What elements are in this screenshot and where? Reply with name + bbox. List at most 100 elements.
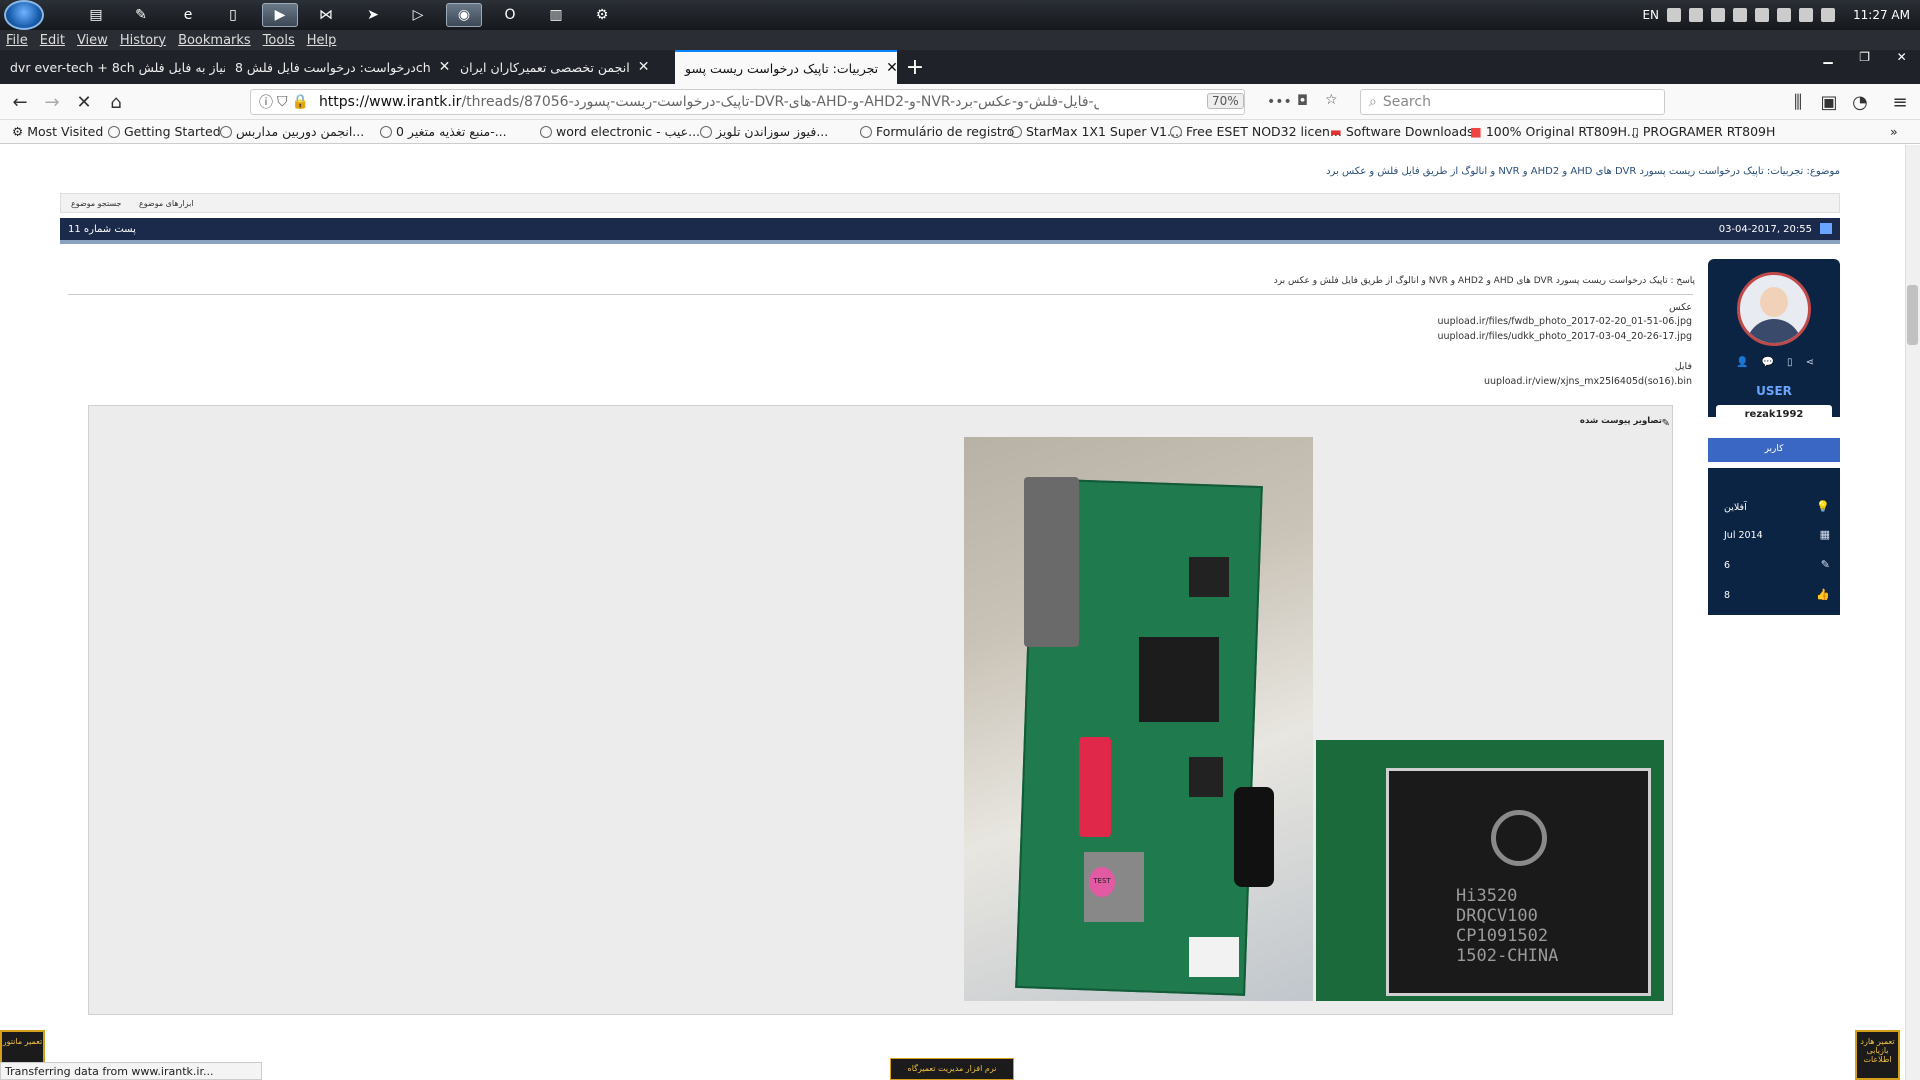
settings-icon[interactable] bbox=[1755, 8, 1770, 22]
bookmark-starmax[interactable]: StarMax 1X1 Super V1.... bbox=[1010, 124, 1183, 139]
stop-icon[interactable]: ✕ bbox=[72, 90, 96, 114]
shield-icon[interactable]: ⛉ bbox=[277, 94, 288, 110]
search-thread-button[interactable]: جستجو موضوع bbox=[71, 199, 121, 208]
refresh-icon[interactable] bbox=[1821, 8, 1836, 22]
battery-icon[interactable] bbox=[1777, 8, 1792, 22]
minimize-icon[interactable]: ▁ bbox=[1823, 50, 1832, 74]
url-bar[interactable]: ⓘ ⛉ 🔒 https://www.irantk.ir/threads/8705… bbox=[250, 89, 1338, 115]
user-actions: 👤 💬 ▯ ⋖ bbox=[1736, 357, 1814, 369]
attachment-image-chip[interactable]: Hi3520 DRQCV100 CP1091502 1502-CHINA bbox=[1316, 740, 1664, 1001]
start-button[interactable] bbox=[4, 0, 44, 30]
post-number[interactable]: پست شماره 11 bbox=[68, 224, 136, 235]
bookmark-programer-rt809h[interactable]: ▯ PROGRAMER RT809H bbox=[1632, 124, 1775, 139]
tab-label: انجمن تخصصی تعمیرکاران ایران bbox=[460, 59, 630, 75]
bookmark-label: انجمن دوربین مداربس... bbox=[236, 124, 365, 139]
menu-file[interactable]: File bbox=[0, 33, 34, 48]
tab-irantk-forum[interactable]: انجمن تخصصی تعمیرکاران ایران ✕ bbox=[450, 50, 675, 84]
tab-experiences[interactable]: تجربیات: تاپیک درخواست ریست پسو ✕ bbox=[675, 50, 897, 84]
ad-bottom[interactable]: نرم افزار مدیریت تعمیرگاه bbox=[890, 1058, 1014, 1080]
lightbulb-icon: 💡 bbox=[1816, 500, 1830, 513]
document-icon[interactable]: ▯ bbox=[1787, 357, 1793, 369]
tool-app-icon[interactable]: ✎ bbox=[123, 3, 159, 27]
ad-right[interactable]: تعمیر هارد بازیابی اطلاعات bbox=[1855, 1030, 1900, 1080]
sidebar-icon[interactable]: ▣ bbox=[1817, 90, 1841, 114]
url-text[interactable]: https://www.irantk.ir/threads/87056-تاپی… bbox=[319, 94, 1099, 110]
menu-tools[interactable]: Tools bbox=[257, 33, 301, 48]
url-domain: https://www.irantk.ir bbox=[318, 94, 462, 110]
menu-history[interactable]: History bbox=[114, 33, 172, 48]
account-icon[interactable]: ◔ bbox=[1848, 90, 1872, 114]
globe-icon bbox=[108, 125, 120, 138]
bookmarks-overflow-icon[interactable]: » bbox=[1890, 124, 1898, 139]
thread-tools-button[interactable]: ابزارهای موضوع bbox=[139, 199, 194, 208]
bookmark-tv-fuse[interactable]: فیوز سوزاندن تلویز... bbox=[700, 124, 828, 139]
ie-browser-icon[interactable]: e bbox=[170, 3, 206, 27]
library-icon[interactable]: ⫼ bbox=[1786, 90, 1810, 114]
bookmark-word-electronic[interactable]: word electronic - عیب... bbox=[540, 124, 700, 139]
forward-icon[interactable]: → bbox=[40, 90, 64, 114]
bookmark-getting-started[interactable]: Getting Started bbox=[108, 124, 221, 139]
breadcrumb[interactable]: موضوع: تجربیات: تاپیک درخواست ریست پسورد… bbox=[1326, 166, 1840, 177]
bookmark-star-icon[interactable]: ☆ bbox=[1325, 92, 1338, 108]
new-tab-button[interactable]: + bbox=[900, 50, 930, 84]
close-window-icon[interactable]: ✕ bbox=[1897, 50, 1907, 74]
network-icon[interactable] bbox=[1733, 8, 1748, 22]
menu-help[interactable]: Help bbox=[301, 33, 343, 48]
volume-icon[interactable] bbox=[1711, 8, 1726, 22]
search-input[interactable]: ⌕ Search bbox=[1360, 89, 1665, 115]
tab-flash-request[interactable]: درخواست: درخواست فایل فلش 8ch ✕ bbox=[225, 50, 450, 84]
bookmark-camera-forum[interactable]: انجمن دوربین مداربس... bbox=[220, 124, 364, 139]
menu-bookmarks[interactable]: Bookmarks bbox=[172, 33, 257, 48]
bookmark-rt809h-original[interactable]: ■ 100% Original RT809H... bbox=[1470, 124, 1639, 139]
user-rank: کاربر bbox=[1708, 438, 1840, 462]
file-label: فایل bbox=[1674, 361, 1692, 372]
file-link[interactable]: uupload.ir/view/xjns_mx25l6405d(so16).bi… bbox=[1484, 376, 1692, 387]
share-icon[interactable]: ⋖ bbox=[1806, 357, 1814, 369]
pocket-icon[interactable]: ◘ bbox=[1297, 93, 1308, 109]
lock-icon: 🔒 bbox=[291, 94, 309, 110]
visual-studio-icon[interactable]: ⋈ bbox=[308, 3, 344, 27]
attachment-image-board[interactable]: TEST bbox=[964, 437, 1313, 1001]
clock[interactable]: 11:27 AM bbox=[1853, 8, 1910, 22]
language-indicator[interactable]: EN bbox=[1642, 8, 1659, 22]
menu-edit[interactable]: Edit bbox=[34, 33, 71, 48]
maximize-icon[interactable]: ❐ bbox=[1859, 50, 1870, 74]
chip-text-line: CP1091502 bbox=[1456, 926, 1549, 946]
bookmark-most-visited[interactable]: ⚙ Most Visited bbox=[12, 124, 103, 139]
bookmark-eset[interactable]: Free ESET NOD32 licen... bbox=[1170, 124, 1342, 139]
bookmark-label: StarMax 1X1 Super V1.... bbox=[1026, 124, 1183, 139]
film-app-icon[interactable]: ▥ bbox=[538, 3, 574, 27]
flag-icon[interactable] bbox=[1799, 8, 1814, 22]
media-player-icon[interactable]: ▷ bbox=[400, 3, 436, 27]
tab-dvr-ever-tech[interactable]: dvr ever-tech + 8ch نیاز به فایل فلش✕ bbox=[0, 50, 225, 84]
close-icon[interactable]: ✕ bbox=[638, 59, 650, 75]
zoom-indicator[interactable]: 70% bbox=[1207, 93, 1244, 109]
message-icon[interactable]: 💬 bbox=[1762, 357, 1774, 369]
close-icon[interactable]: ✕ bbox=[439, 59, 450, 75]
profile-icon[interactable]: 👤 bbox=[1736, 357, 1748, 369]
photo-link-2[interactable]: uupload.ir/files/udkk_photo_2017-03-04_2… bbox=[1437, 331, 1692, 342]
bookmark-software-downloads[interactable]: ▬ Software Downloads bbox=[1330, 124, 1474, 139]
tools-app-icon[interactable]: ⚙ bbox=[584, 3, 620, 27]
home-icon[interactable]: ⌂ bbox=[104, 90, 128, 114]
notepad-icon[interactable]: ▯ bbox=[215, 3, 251, 27]
telegram-icon[interactable]: ➤ bbox=[355, 3, 391, 27]
photo-link-1[interactable]: uupload.ir/files/fwdb_photo_2017-02-20_0… bbox=[1438, 316, 1692, 327]
back-icon[interactable]: ← bbox=[8, 90, 32, 114]
bookmark-power-supply[interactable]: منبع تغذیه متغیر 0-... bbox=[380, 124, 507, 139]
bookmark-formulario[interactable]: Formulário de registro bbox=[860, 124, 1014, 139]
close-icon[interactable]: ✕ bbox=[886, 60, 897, 76]
username[interactable]: rezak1992 bbox=[1716, 405, 1832, 425]
hamburger-menu-icon[interactable]: ≡ bbox=[1888, 90, 1912, 114]
menu-view[interactable]: View bbox=[71, 33, 114, 48]
avatar[interactable] bbox=[1737, 272, 1811, 346]
page-actions-icon[interactable]: ••• bbox=[1267, 94, 1292, 110]
skype-icon[interactable] bbox=[1667, 8, 1682, 22]
scrollbar-thumb[interactable] bbox=[1907, 285, 1918, 345]
opera-icon[interactable]: O bbox=[492, 3, 528, 27]
printer-icon[interactable] bbox=[1689, 8, 1704, 22]
firefox-icon[interactable]: ◉ bbox=[446, 3, 482, 27]
media-app-icon[interactable]: ▶ bbox=[262, 3, 298, 27]
info-icon[interactable]: ⓘ bbox=[259, 92, 273, 112]
file-explorer-icon[interactable]: ▤ bbox=[78, 3, 114, 27]
